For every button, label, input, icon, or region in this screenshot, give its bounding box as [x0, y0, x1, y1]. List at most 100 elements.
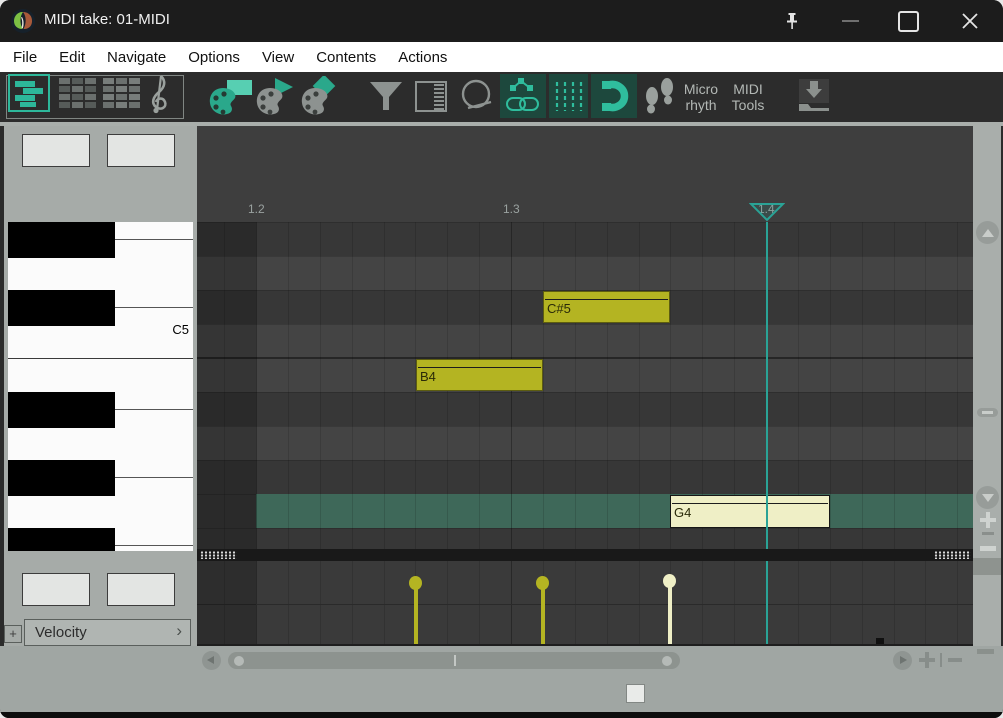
maximize-button[interactable] [885, 0, 931, 42]
horizontal-zoom-in-button[interactable] [919, 652, 935, 668]
note-shape-diamond-button[interactable] [298, 74, 344, 118]
note-shape-rectangle-button[interactable] [206, 76, 252, 118]
piano-key-fsharp4[interactable] [8, 528, 115, 551]
palette-triangle-icon [256, 78, 293, 115]
horizontal-zoom-out-button[interactable] [948, 658, 962, 662]
menu-item-options[interactable]: Options [177, 49, 251, 66]
menu-item-contents[interactable]: Contents [305, 49, 387, 66]
velocity-knob-selected[interactable] [663, 574, 676, 588]
piano-key-asharp4[interactable] [8, 392, 115, 428]
pin-icon [787, 13, 797, 29]
grid-visibility-toggle[interactable] [549, 74, 588, 118]
velocity-lane[interactable] [197, 561, 973, 646]
edit-cursor-marker[interactable] [749, 202, 785, 222]
timeline-ruler[interactable]: 1.2 1.3 1.4 [197, 126, 973, 222]
cc-link-toggle[interactable] [500, 74, 546, 118]
menu-item-edit[interactable]: Edit [48, 49, 96, 66]
grid-line [479, 561, 481, 644]
event-properties-button[interactable] [414, 80, 450, 114]
snap-toggle[interactable] [591, 74, 637, 118]
velocity-knob[interactable] [409, 576, 422, 590]
grid-line [606, 561, 608, 644]
piano-keyboard[interactable]: C5 [8, 222, 193, 551]
event-list-view-button[interactable] [100, 74, 142, 112]
highlighted-row-g4 [256, 494, 973, 528]
cc-lane-selector[interactable]: Velocity › [24, 619, 191, 646]
midi-tools-button[interactable]: MIDI Tools [726, 81, 770, 115]
grid-line [351, 561, 353, 644]
note-label: G4 [674, 505, 692, 520]
midi-note[interactable]: C#5 [543, 291, 670, 323]
grid-line [957, 561, 959, 644]
minimize-button[interactable] [827, 0, 873, 42]
note-top-line [418, 367, 541, 368]
notation-view-button[interactable] [142, 74, 178, 114]
dock-button[interactable] [796, 78, 832, 114]
grid-row-a4 [197, 426, 973, 460]
magnet-icon [602, 80, 629, 112]
velocity-stem-selected[interactable] [668, 581, 672, 644]
grid-line [734, 561, 736, 644]
vertical-zoom-in-button[interactable] [980, 512, 996, 528]
key-snap-checkbox[interactable] [626, 684, 645, 703]
divider-dash [982, 532, 994, 535]
note-shape-triangle-button[interactable] [253, 76, 299, 118]
note-grid[interactable]: C#5 B4 G4 [197, 222, 973, 549]
bottom-bar: Grid: 1/32 straight Notes: Grid Key snap… [0, 646, 1003, 712]
midi-note-selected[interactable]: G4 [670, 495, 830, 528]
menu-item-navigate[interactable]: Navigate [96, 49, 177, 66]
left-arrow-icon [207, 656, 214, 664]
item-extent-bar [197, 549, 973, 561]
filter-events-button[interactable] [368, 78, 404, 114]
grid-line [702, 561, 704, 644]
piano-key-csharp5[interactable] [8, 290, 115, 326]
menu-bar: File Edit Navigate Options View Contents… [0, 42, 1003, 72]
quantize-button[interactable] [458, 78, 494, 116]
up-arrow-icon [981, 228, 994, 237]
micro-rhythm-button[interactable]: Micro rhyth [678, 81, 724, 115]
vertical-scroll-grip[interactable] [977, 408, 998, 417]
close-button[interactable] [947, 0, 993, 42]
note-top-line [672, 503, 828, 504]
step-input-button[interactable] [642, 76, 678, 118]
velocity-stem[interactable] [541, 583, 545, 644]
add-cc-lane-button[interactable]: + [4, 625, 22, 643]
playhead-line [766, 222, 768, 549]
item-end-marker [876, 638, 884, 644]
key-divider [115, 477, 193, 478]
grid-line [383, 561, 385, 644]
lane-collapse-button[interactable] [977, 649, 994, 654]
vertical-zoom-out-button[interactable] [980, 546, 996, 551]
display-box [107, 573, 175, 606]
grid-line [925, 561, 927, 644]
horizontal-scrollbar-thumb[interactable] [228, 652, 680, 669]
named-notes-view-button[interactable] [56, 74, 98, 112]
key-divider [115, 307, 193, 308]
piano-roll-view-button[interactable] [8, 74, 50, 112]
display-box [22, 134, 90, 167]
note-label: C#5 [547, 301, 571, 316]
item-stretch-handle-left[interactable] [200, 551, 237, 559]
display-box [107, 134, 175, 167]
midi-tools-label-line1: MIDI [733, 81, 763, 97]
grid-line [351, 222, 353, 549]
menu-item-actions[interactable]: Actions [387, 49, 458, 66]
scroll-up-button[interactable] [976, 221, 999, 244]
grid-line [287, 222, 289, 549]
item-stretch-handle-right[interactable] [934, 551, 971, 559]
velocity-stem[interactable] [414, 583, 418, 644]
midi-note[interactable]: B4 [416, 359, 543, 391]
velocity-midline [197, 604, 973, 605]
menu-item-view[interactable]: View [251, 49, 305, 66]
grid-row-gsharp4 [197, 460, 973, 494]
scroll-down-button[interactable] [976, 486, 999, 509]
cc-lane-label: Velocity [35, 624, 87, 641]
scroll-left-button[interactable] [202, 651, 221, 670]
piano-key-dsharp5[interactable] [8, 222, 115, 258]
scroll-right-button[interactable] [893, 651, 912, 670]
grid-line [893, 561, 895, 644]
menu-item-file[interactable]: File [2, 49, 48, 66]
pin-button[interactable] [769, 0, 815, 42]
piano-key-gsharp4[interactable] [8, 460, 115, 496]
velocity-knob[interactable] [536, 576, 549, 590]
